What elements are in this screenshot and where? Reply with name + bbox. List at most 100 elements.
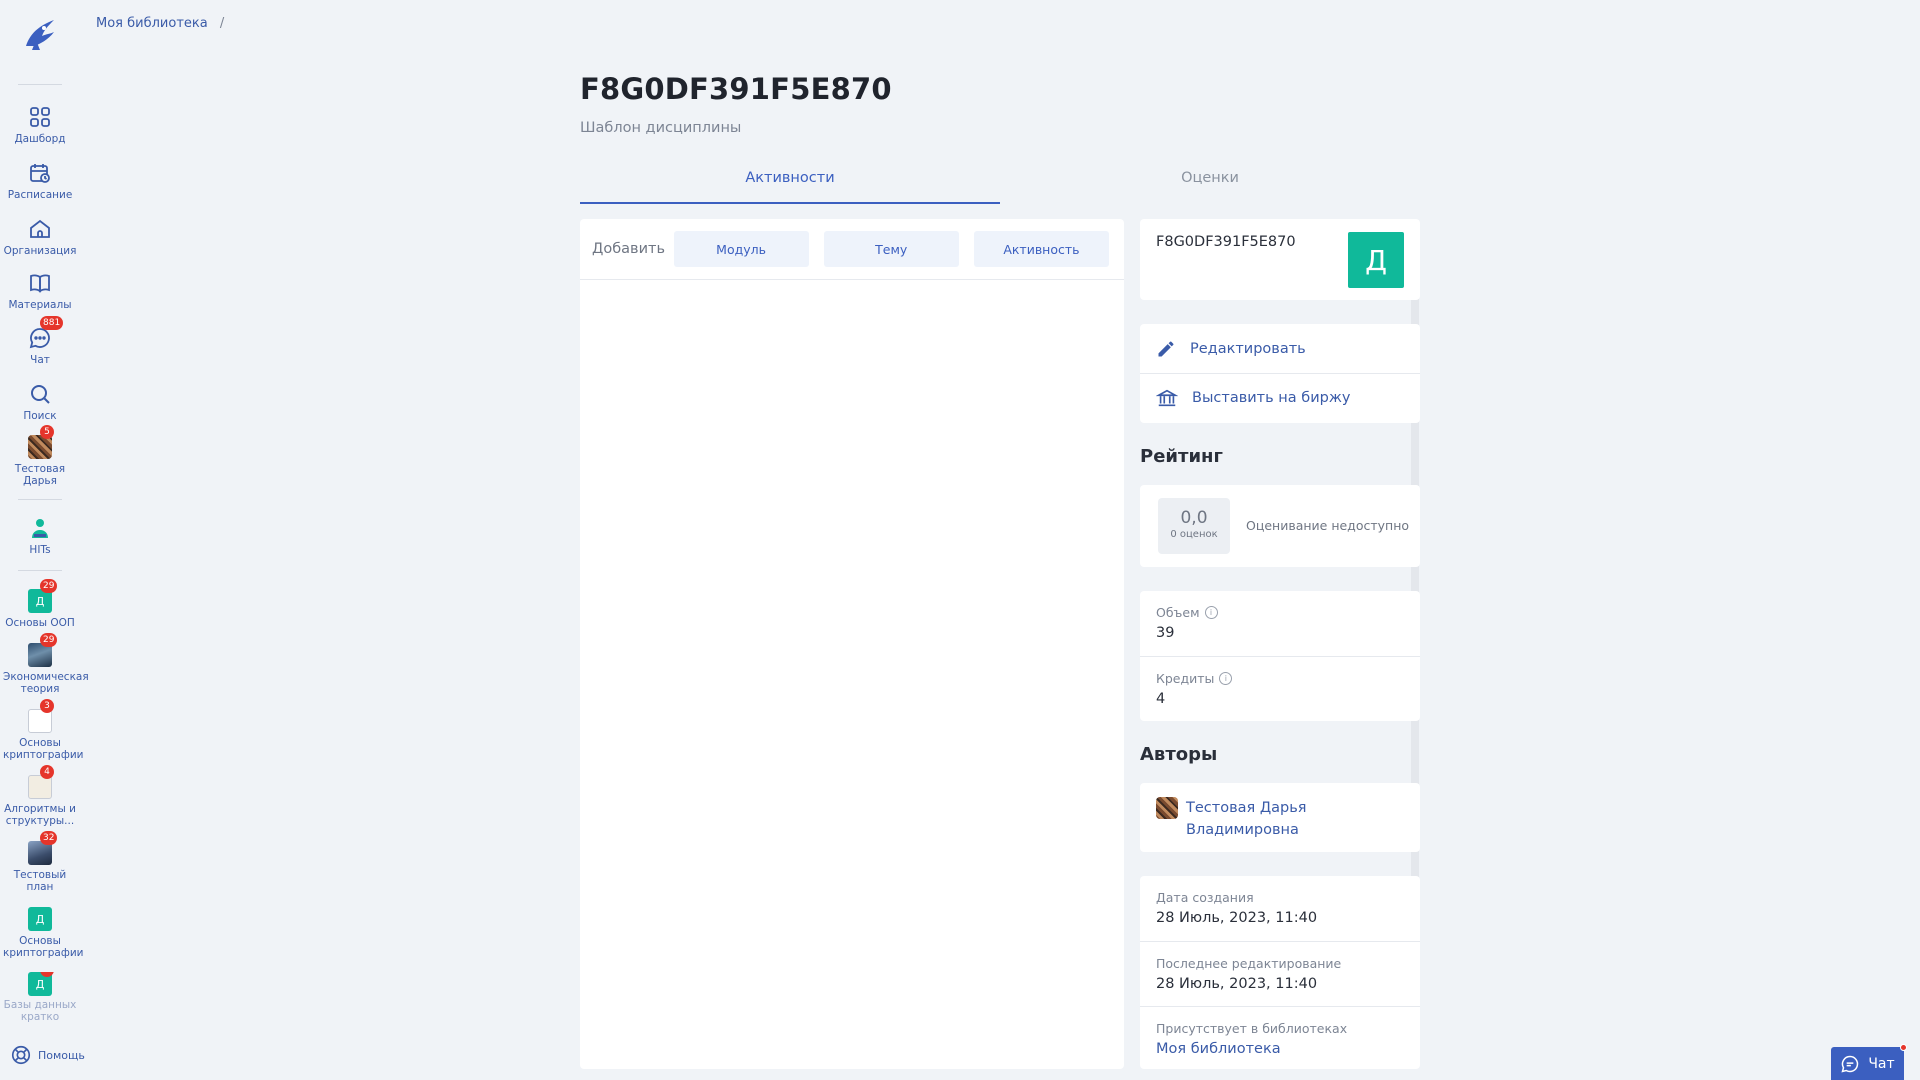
authors-card: Тестовая Дарья Владимировна <box>1140 783 1420 852</box>
discipline-letter-avatar: Д <box>1348 232 1404 288</box>
sidebar-item-label: Дашборд <box>14 133 66 145</box>
sidebar-item-organization[interactable]: Организация <box>0 216 80 257</box>
bank-icon <box>1156 389 1178 407</box>
rating-title: Рейтинг <box>1140 446 1223 467</box>
add-module-button[interactable]: Модуль <box>673 231 809 267</box>
sidebar-item-label: Базы данных кратко <box>3 999 77 1022</box>
created-value: 28 Июль, 2023, 11:40 <box>1156 910 1318 926</box>
sidebar-item-chat[interactable]: 881 Чат <box>0 316 80 366</box>
sidebar-item-course-algorithms[interactable]: 4 Алгоритмы и структуры... <box>0 765 80 827</box>
notification-badge: 29 <box>40 633 58 647</box>
sidebar-item-course-test-plan[interactable]: 32 Тестовый план <box>0 831 80 893</box>
sidebar-item-hits[interactable]: HITs <box>0 515 80 556</box>
rating-score-box: 0,0 0 оценок <box>1158 498 1230 554</box>
lifebuoy-icon <box>11 1045 31 1065</box>
publish-to-exchange-button[interactable]: Выставить на биржу <box>1140 373 1420 422</box>
created-meta: Дата создания 28 Июль, 2023, 11:40 <box>1140 876 1420 941</box>
sidebar-item-label: Поиск <box>23 410 57 422</box>
breadcrumb-separator: / <box>219 16 225 31</box>
breadcrumb-item-library[interactable]: Моя библиотека <box>96 16 208 31</box>
user-avatar: 5 <box>27 425 54 460</box>
edited-value: 28 Июль, 2023, 11:40 <box>1156 976 1318 992</box>
home-icon <box>27 216 53 242</box>
unread-badge: 881 <box>40 316 64 330</box>
created-label: Дата создания <box>1156 890 1254 905</box>
library-link[interactable]: Моя библиотека <box>1156 1041 1404 1057</box>
stats-card: Объем i 39 Кредиты i 4 <box>1140 591 1420 721</box>
notification-badge: 5 <box>40 425 54 439</box>
sidebar-item-schedule[interactable]: Расписание <box>0 160 80 201</box>
author-name: Тестовая Дарья Владимировна <box>1186 800 1307 838</box>
sidebar-item-label: Тестовая Дарья <box>14 463 66 487</box>
help-label: Помощь <box>38 1048 85 1062</box>
search-icon <box>27 381 53 407</box>
rating-value: 0,0 <box>1180 508 1208 528</box>
sidebar-item-materials[interactable]: Материалы <box>0 270 80 311</box>
discipline-id-card: F8G0DF391F5E870 Д <box>1140 219 1420 300</box>
sidebar-divider <box>18 570 62 571</box>
grid-icon <box>27 104 53 130</box>
rating-note: Оценивание недоступно <box>1246 518 1410 533</box>
sidebar-item-course-crypto-2[interactable]: Д Основы криптографии <box>0 906 84 959</box>
notification-badge: 32 <box>40 831 58 845</box>
sidebar-item-course-oop[interactable]: Д 29 Основы ООП <box>0 579 80 629</box>
edited-meta: Последнее редактирование 28 Июль, 2023, … <box>1140 941 1420 1006</box>
add-toolbar: Добавить Модуль Тему Активность <box>580 219 1124 280</box>
help-button[interactable]: Помощь <box>10 1044 85 1066</box>
info-icon[interactable]: i <box>1219 672 1233 685</box>
libraries-meta: Присутствует в библиотеках Моя библиотек… <box>1140 1006 1420 1071</box>
volume-stat: Объем i 39 <box>1140 591 1420 656</box>
book-icon <box>27 270 53 296</box>
libraries-label: Присутствует в библиотеках <box>1156 1021 1348 1036</box>
sidebar-item-label: Чат <box>30 354 50 366</box>
notification-badge: 4 <box>40 765 54 779</box>
sidebar-item-label: HITs <box>29 544 51 556</box>
hits-mascot-icon <box>27 515 53 541</box>
sidebar-item-course-economics[interactable]: 29 Экономическая теория <box>0 633 89 695</box>
logo-icon[interactable] <box>20 16 60 56</box>
rating-count: 0 оценок <box>1170 529 1218 540</box>
sidebar-item-profile[interactable]: 5 Тестовая Дарья <box>0 425 80 487</box>
sidebar-item-label: Основы криптографии <box>3 737 84 761</box>
volume-label: Объем <box>1156 605 1200 620</box>
sidebar-item-dashboard[interactable]: Дашборд <box>0 104 80 145</box>
page-title: F8G0DF391F5E870 <box>580 72 892 106</box>
sidebar-item-label: Основы криптографии <box>3 935 84 959</box>
tab-activities[interactable]: Активности <box>580 166 1000 204</box>
sidebar-item-label: Материалы <box>8 299 72 311</box>
edited-label: Последнее редактирование <box>1156 956 1342 971</box>
sidebar-divider <box>18 499 62 500</box>
sidebar: Дашборд Расписание Организация Материалы <box>0 0 89 1080</box>
actions-card: Редактировать Выставить на биржу <box>1140 324 1420 423</box>
discipline-id: F8G0DF391F5E870 <box>1156 234 1296 250</box>
calendar-clock-icon <box>27 160 53 186</box>
tab-bar: Активности Оценки <box>580 166 1420 204</box>
chat-widget-label: Чат <box>1868 1055 1895 1072</box>
info-icon[interactable]: i <box>1204 606 1218 619</box>
sidebar-item-label: Тестовый план <box>13 869 67 893</box>
chat-bubble-icon <box>1841 1055 1859 1073</box>
volume-value: 39 <box>1156 625 1175 641</box>
sidebar-item-course-databases[interactable]: Д 3 Базы данных кратко <box>0 972 80 1022</box>
add-topic-button[interactable]: Тему <box>823 231 959 267</box>
tab-grades[interactable]: Оценки <box>1000 166 1420 204</box>
activities-panel: Добавить Модуль Тему Активность <box>580 219 1124 1069</box>
sidebar-item-label: Расписание <box>7 189 73 201</box>
author-avatar <box>1156 797 1178 819</box>
credits-label: Кредиты <box>1156 671 1215 686</box>
notification-badge: 29 <box>40 579 58 593</box>
notification-badge: 3 <box>40 699 54 713</box>
chat-bubble-icon: 881 <box>27 316 64 351</box>
sidebar-item-search[interactable]: Поиск <box>0 381 80 422</box>
sidebar-item-label: Экономическая теория <box>3 671 89 695</box>
chat-widget-button[interactable]: Чат <box>1831 1044 1907 1080</box>
edit-button[interactable]: Редактировать <box>1140 324 1420 373</box>
rating-card: 0,0 0 оценок Оценивание недоступно <box>1140 485 1420 567</box>
pencil-icon <box>1158 341 1174 356</box>
author-link[interactable]: Тестовая Дарья Владимировна <box>1140 783 1420 855</box>
sidebar-divider <box>18 84 62 85</box>
add-activity-button[interactable]: Активность <box>973 231 1110 267</box>
meta-card: Дата создания 28 Июль, 2023, 11:40 После… <box>1140 876 1420 1069</box>
credits-value: 4 <box>1156 691 1166 707</box>
sidebar-item-course-crypto[interactable]: 3 Основы криптографии <box>0 699 84 761</box>
